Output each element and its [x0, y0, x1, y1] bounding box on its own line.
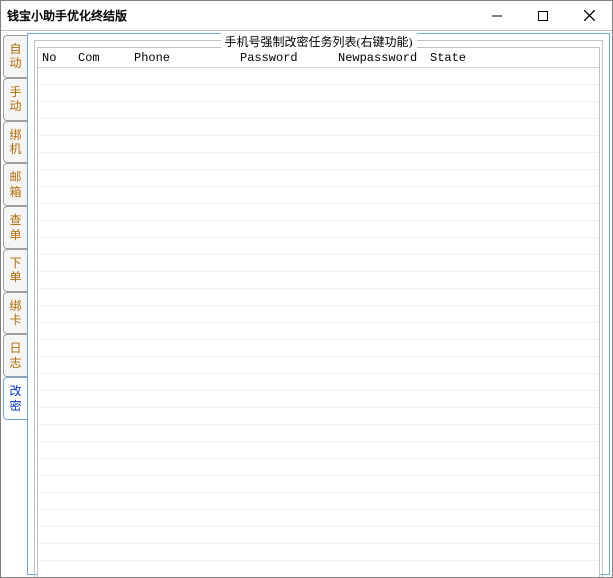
table-row	[38, 425, 599, 442]
table-row	[38, 221, 599, 238]
table-row	[38, 357, 599, 374]
task-table[interactable]: No Com Phone Password Newpassword State	[37, 47, 600, 577]
groupbox-title: 手机号强制改密任务列表(右键功能)	[221, 33, 417, 50]
window-title: 钱宝小助手优化终结版	[1, 7, 474, 24]
table-row	[38, 289, 599, 306]
titlebar: 钱宝小助手优化终结版	[1, 1, 612, 31]
task-groupbox: 手机号强制改密任务列表(右键功能) No Com Phone Password …	[34, 40, 603, 577]
tab-manual[interactable]: 手动	[3, 78, 27, 121]
col-state[interactable]: State	[426, 48, 599, 67]
vertical-tabs: 自动 手动 绑机 邮箱 查单 下单 绑卡 日志 改密	[1, 31, 27, 577]
table-row	[38, 340, 599, 357]
col-password[interactable]: Password	[236, 48, 334, 67]
maximize-button[interactable]	[520, 1, 566, 30]
tab-check-order[interactable]: 查单	[3, 206, 27, 249]
table-row	[38, 255, 599, 272]
table-row	[38, 238, 599, 255]
table-body[interactable]	[38, 68, 599, 577]
content-panel: 手机号强制改密任务列表(右键功能) No Com Phone Password …	[27, 33, 610, 575]
col-com[interactable]: Com	[74, 48, 130, 67]
table-row	[38, 85, 599, 102]
table-row	[38, 561, 599, 577]
table-row	[38, 510, 599, 527]
client-area: 自动 手动 绑机 邮箱 查单 下单 绑卡 日志 改密 手机号强制改密任务列表(右…	[1, 31, 612, 577]
tab-bind-card[interactable]: 绑卡	[3, 292, 27, 335]
tab-log[interactable]: 日志	[3, 334, 27, 377]
tab-place-order[interactable]: 下单	[3, 249, 27, 292]
window-controls	[474, 1, 612, 30]
tab-bind-device[interactable]: 绑机	[3, 121, 27, 164]
table-row	[38, 102, 599, 119]
table-row	[38, 272, 599, 289]
col-newpassword[interactable]: Newpassword	[334, 48, 426, 67]
table-row	[38, 391, 599, 408]
minimize-button[interactable]	[474, 1, 520, 30]
table-row	[38, 136, 599, 153]
minimize-icon	[492, 11, 502, 21]
table-row	[38, 493, 599, 510]
table-row	[38, 527, 599, 544]
table-row	[38, 119, 599, 136]
tab-email[interactable]: 邮箱	[3, 163, 27, 206]
table-row	[38, 187, 599, 204]
table-row	[38, 306, 599, 323]
tab-auto[interactable]: 自动	[3, 35, 27, 78]
table-row	[38, 153, 599, 170]
table-row	[38, 323, 599, 340]
table-header: No Com Phone Password Newpassword State	[38, 48, 599, 68]
table-row	[38, 408, 599, 425]
close-icon	[584, 10, 595, 21]
table-row	[38, 204, 599, 221]
table-row	[38, 544, 599, 561]
close-button[interactable]	[566, 1, 612, 30]
app-window: 钱宝小助手优化终结版 自动 手动 绑机 邮箱 查单 下单 绑卡 日志 改密	[0, 0, 613, 578]
tab-change-password[interactable]: 改密	[3, 377, 27, 420]
table-row	[38, 374, 599, 391]
table-row	[38, 170, 599, 187]
maximize-icon	[538, 11, 548, 21]
col-no[interactable]: No	[38, 48, 74, 67]
col-phone[interactable]: Phone	[130, 48, 236, 67]
table-row	[38, 68, 599, 85]
table-row	[38, 442, 599, 459]
table-row	[38, 459, 599, 476]
table-row	[38, 476, 599, 493]
